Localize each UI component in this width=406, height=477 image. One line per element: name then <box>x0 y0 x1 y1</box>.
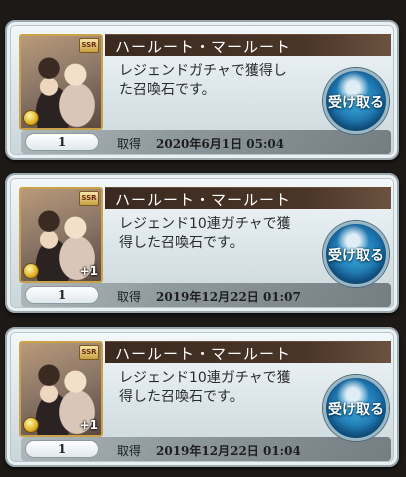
item-count: 1 <box>25 133 99 151</box>
item-status-bar: 1 取得 2020年6月1日 05:04 <box>21 130 391 154</box>
light-element-icon <box>23 417 39 433</box>
item-description: レジェンド10連ガチャで獲 得した召喚石です。 <box>119 369 319 407</box>
acquired-label: 取得 <box>117 137 142 151</box>
item-title-bar: ハールート・マールート <box>105 34 391 56</box>
receive-button[interactable]: 受け取る <box>323 221 389 287</box>
receive-button-label: 受け取る <box>328 248 384 264</box>
item-name: ハールート・マールート <box>115 38 292 56</box>
acquired-date: 2019年12月22日 01:04 <box>156 444 301 458</box>
plus-badge: +1 <box>79 264 98 278</box>
light-element-icon <box>23 110 39 126</box>
receive-button-label: 受け取る <box>328 95 384 111</box>
item-title-bar: ハールート・マールート <box>105 187 391 209</box>
item-count: 1 <box>25 440 99 458</box>
description-line: 得した召喚石です。 <box>119 389 244 405</box>
item-count: 1 <box>25 286 99 304</box>
acquired-date: 2020年6月1日 05:04 <box>156 137 285 151</box>
rarity-badge: SSR <box>79 345 99 360</box>
item-status-bar: 1 取得 2019年12月22日 01:04 <box>21 437 391 461</box>
item-description: レジェンド10連ガチャで獲 得した召喚石です。 <box>119 215 319 253</box>
rarity-badge: SSR <box>79 191 99 206</box>
summon-thumbnail[interactable]: SSR +1 <box>19 187 103 283</box>
acquired-label: 取得 <box>117 444 142 458</box>
summon-thumbnail[interactable]: SSR <box>19 34 103 130</box>
gift-item-card: SSR +1 ハールート・マールート レジェンド10連ガチャで獲 得した召喚石で… <box>5 327 399 467</box>
gift-item-card: SSR ハールート・マールート レジェンドガチャで獲得し た召喚石です。 1 取… <box>5 20 399 160</box>
gift-item-card: SSR +1 ハールート・マールート レジェンド10連ガチャで獲 得した召喚石で… <box>5 173 399 313</box>
item-name: ハールート・マールート <box>115 191 292 209</box>
item-name: ハールート・マールート <box>115 345 292 363</box>
description-line: レジェンド10連ガチャで獲 <box>119 370 291 386</box>
rarity-badge: SSR <box>79 38 99 53</box>
acquired-label: 取得 <box>117 290 142 304</box>
description-line: た召喚石です。 <box>119 82 216 98</box>
plus-badge: +1 <box>79 418 98 432</box>
item-description: レジェンドガチャで獲得し た召喚石です。 <box>119 62 319 100</box>
light-element-icon <box>23 263 39 279</box>
description-line: レジェンド10連ガチャで獲 <box>119 216 291 232</box>
summon-thumbnail[interactable]: SSR +1 <box>19 341 103 437</box>
receive-button-label: 受け取る <box>328 402 384 418</box>
description-line: レジェンドガチャで獲得し <box>119 63 287 79</box>
acquired-date: 2019年12月22日 01:07 <box>156 290 301 304</box>
item-title-bar: ハールート・マールート <box>105 341 391 363</box>
receive-button[interactable]: 受け取る <box>323 375 389 441</box>
item-status-bar: 1 取得 2019年12月22日 01:07 <box>21 283 391 307</box>
description-line: 得した召喚石です。 <box>119 235 244 251</box>
receive-button[interactable]: 受け取る <box>323 68 389 134</box>
